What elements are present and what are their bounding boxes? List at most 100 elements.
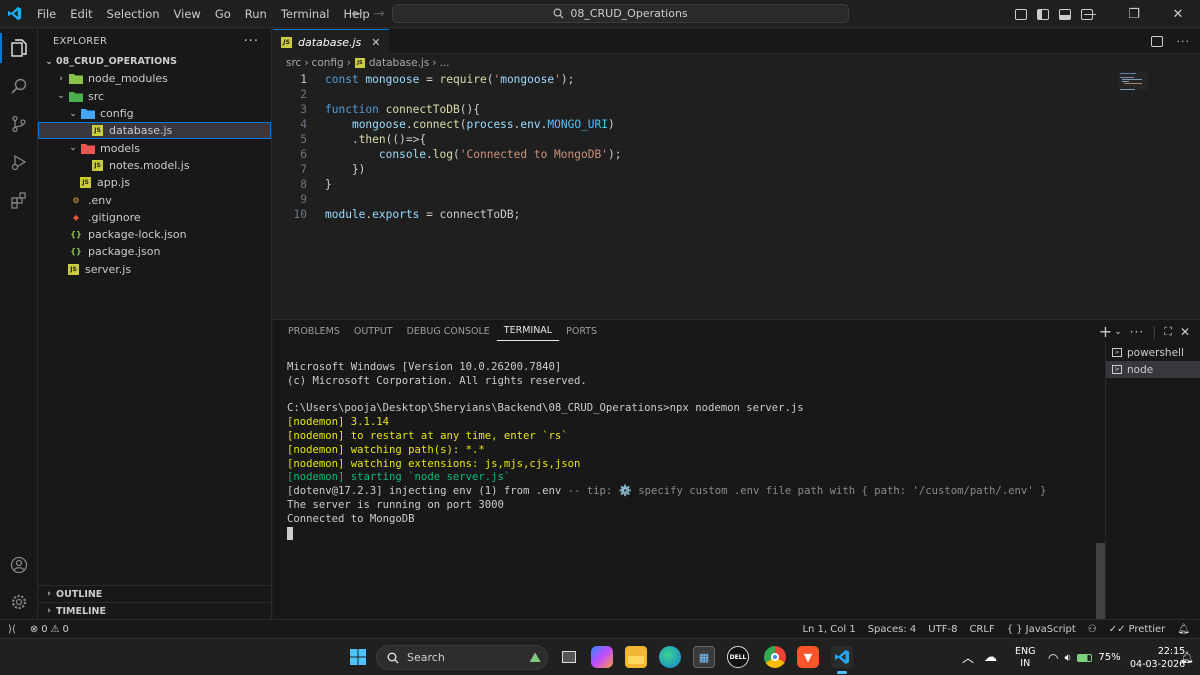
close-tab-icon[interactable]: ✕ [371, 36, 380, 49]
onedrive-cloud-icon[interactable]: ☁ [984, 650, 997, 665]
code-line[interactable]: 6 console.log('Connected to MongoDB'); [273, 147, 1173, 162]
settings-gear-icon[interactable] [0, 583, 38, 621]
menu-terminal[interactable]: Terminal [274, 0, 337, 28]
breadcrumb-item[interactable]: database.js [369, 57, 429, 69]
prettier-status[interactable]: ✓✓ Prettier [1103, 624, 1172, 635]
close-window-icon[interactable]: ✕ [1156, 7, 1200, 22]
folder-config[interactable]: ⌄ config [38, 105, 271, 122]
task-view-icon[interactable] [558, 646, 580, 668]
restore-icon[interactable]: ❐ [1112, 7, 1156, 22]
clock[interactable]: 22:15 04-03-2026 [1130, 639, 1185, 675]
code-line[interactable]: 10 module.exports = connectToDB; [273, 207, 1173, 222]
maximize-panel-icon[interactable]: ⛶ [1164, 325, 1172, 339]
more-actions-icon[interactable]: ··· [1130, 325, 1144, 339]
new-terminal-icon[interactable]: + [1099, 322, 1112, 341]
breadcrumb-item[interactable]: config [312, 57, 344, 69]
code-line[interactable]: 2 [273, 87, 1173, 102]
taskbar-search[interactable]: Search ⛰ [376, 645, 548, 670]
file-server-js[interactable]: JS server.js [38, 261, 271, 278]
menu-edit[interactable]: Edit [63, 0, 99, 28]
remote-indicator-icon[interactable]: ⟩⟨ [0, 624, 24, 635]
code-editor[interactable]: 1 const mongoose = require('mongoose'); 2 3… [273, 72, 1173, 222]
more-actions-icon[interactable]: ··· [244, 34, 259, 49]
extensions-icon[interactable] [0, 181, 38, 219]
file-notes-model-js[interactable]: JS notes.model.js [38, 157, 271, 174]
more-actions-icon[interactable]: ··· [1177, 35, 1191, 48]
customize-layout-icon[interactable] [1015, 8, 1027, 20]
back-arrow-icon[interactable]: ← [346, 6, 368, 22]
code-line[interactable]: 8} [273, 177, 1173, 192]
notification-bell-icon[interactable]: 🔔︎ [1180, 639, 1194, 675]
close-panel-icon[interactable]: ✕ [1180, 325, 1190, 339]
file-env[interactable]: ⚙ .env [38, 191, 271, 208]
terminal-output[interactable]: Microsoft Windows [Version 10.0.26200.78… [287, 361, 1097, 540]
toggle-primary-sidebar-icon[interactable] [1037, 8, 1049, 20]
code-line[interactable]: 4 mongoose.connect(process.env.MONGO_URI… [273, 117, 1173, 132]
folder-src[interactable]: ⌄ src [38, 88, 271, 105]
menu-run[interactable]: Run [238, 0, 274, 28]
quick-settings[interactable]: ◠ 🔉︎ 75% [1048, 639, 1121, 675]
terminal-instance-node[interactable]: > node [1106, 361, 1200, 378]
notifications-bell-icon[interactable]: 🔔︎ [1171, 624, 1196, 635]
copilot-icon[interactable]: ⚇ [1082, 624, 1103, 635]
tab-database-js[interactable]: JS database.js ✕ [273, 29, 389, 54]
dell-icon[interactable]: DELL [727, 646, 749, 668]
cursor-position[interactable]: Ln 1, Col 1 [796, 624, 861, 635]
breadcrumb-item[interactable]: src [286, 57, 301, 69]
show-hidden-icons-icon[interactable]: ︿ [962, 649, 974, 666]
file-gitignore[interactable]: ◆ .gitignore [38, 209, 271, 226]
chrome-browser-icon[interactable] [764, 646, 786, 668]
file-package-lock-json[interactable]: {} package-lock.json [38, 226, 271, 243]
edge-browser-icon[interactable] [659, 646, 681, 668]
minimize-icon[interactable]: — [1068, 7, 1112, 22]
code-line[interactable]: 1 const mongoose = require('mongoose'); [273, 72, 1173, 87]
microsoft-store-icon[interactable]: ▦ [693, 646, 715, 668]
outline-section[interactable]: › OUTLINE [38, 585, 272, 602]
split-editor-icon[interactable] [1150, 36, 1163, 47]
tab-terminal[interactable]: TERMINAL [496, 321, 560, 341]
indentation[interactable]: Spaces: 4 [862, 624, 923, 635]
menu-view[interactable]: View [167, 0, 208, 28]
code-line[interactable]: 7 }) [273, 162, 1173, 177]
vscode-taskbar-icon[interactable] [831, 646, 853, 674]
windows-start-icon[interactable] [347, 646, 369, 668]
terminal-scrollbar[interactable] [1096, 543, 1105, 619]
timeline-section[interactable]: › TIMELINE [38, 602, 272, 619]
file-app-js[interactable]: JS app.js [38, 174, 271, 191]
source-control-icon[interactable] [0, 105, 38, 143]
language-indicator[interactable]: ENG IN [1015, 639, 1035, 675]
terminal-instance-powershell[interactable]: > powershell [1106, 344, 1200, 361]
line-number: 4 [300, 118, 307, 131]
code-line[interactable]: 9 [273, 192, 1173, 207]
breadcrumb-item[interactable]: ... [440, 57, 450, 69]
minimap[interactable] [1118, 72, 1148, 90]
account-icon[interactable] [0, 546, 38, 584]
file-package-json[interactable]: {} package.json [38, 243, 271, 260]
brave-browser-icon[interactable]: ▼ [797, 646, 819, 668]
menu-selection[interactable]: Selection [100, 0, 167, 28]
file-explorer-icon[interactable] [625, 646, 647, 668]
code-line[interactable]: 5 .then(()=>{ [273, 132, 1173, 147]
problems-indicator[interactable]: ⊗ 0 ⚠ 0 [24, 624, 75, 635]
explorer-icon[interactable] [0, 29, 38, 67]
run-debug-icon[interactable] [0, 143, 38, 181]
tab-ports[interactable]: PORTS [559, 321, 604, 341]
folder-node-modules[interactable]: › node_modules [38, 70, 271, 87]
project-folder[interactable]: ⌄ 08_CRUD_OPERATIONS [38, 53, 271, 70]
command-center-search[interactable]: 08_CRUD_Operations [392, 4, 849, 23]
tab-debug-console[interactable]: DEBUG CONSOLE [400, 321, 497, 341]
copilot-app-icon[interactable] [591, 646, 613, 668]
folder-models[interactable]: ⌄ models [38, 139, 271, 156]
language-mode[interactable]: { } JavaScript [1001, 624, 1082, 635]
code-line[interactable]: 3 function connectToDB(){ [273, 102, 1173, 117]
file-database-js[interactable]: JS database.js [38, 122, 271, 140]
line-ending[interactable]: CRLF [963, 624, 1000, 635]
forward-arrow-icon[interactable]: → [368, 6, 390, 22]
search-icon[interactable] [0, 67, 38, 105]
menu-go[interactable]: Go [208, 0, 238, 28]
encoding[interactable]: UTF-8 [922, 624, 963, 635]
tab-output[interactable]: OUTPUT [347, 321, 400, 341]
menu-file[interactable]: File [30, 0, 63, 28]
tab-problems[interactable]: PROBLEMS [281, 321, 347, 341]
chevron-down-icon[interactable]: ⌄ [1114, 327, 1122, 337]
